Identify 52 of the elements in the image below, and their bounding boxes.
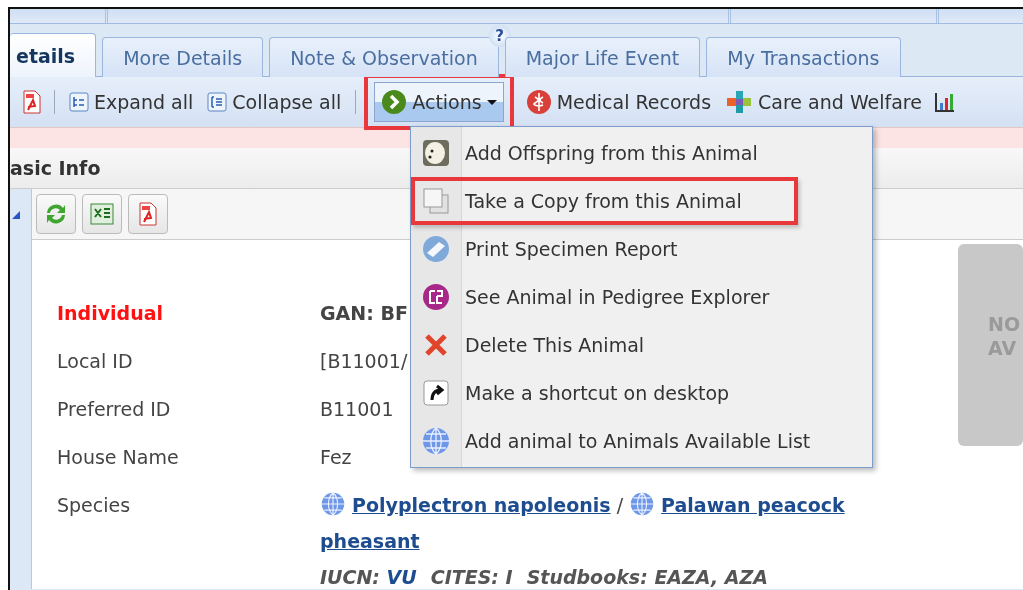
field-label: House Name — [57, 445, 179, 470]
spreadsheet-icon — [89, 201, 115, 227]
caduceus-icon — [525, 89, 552, 115]
menu-item[interactable]: See Animal in Pedigree Explorer — [411, 273, 872, 321]
copy-icon — [421, 186, 451, 216]
pdf-button[interactable] — [128, 194, 168, 234]
tab[interactable]: My Transactions — [706, 37, 901, 77]
toolbar-button[interactable]: Collapse all — [205, 87, 344, 117]
caret-icon — [486, 99, 497, 105]
field-value: Fez — [320, 445, 352, 470]
toolbar-button[interactable]: Care and Welfare — [723, 85, 924, 119]
separator-text: / — [615, 494, 625, 516]
status-text: IUCN: VU — [320, 566, 417, 588]
tab[interactable]: Note & Observation — [269, 37, 499, 77]
pdf-icon — [138, 202, 158, 226]
toolbar-button[interactable]: Expand all — [67, 87, 196, 117]
expand-icon — [69, 92, 89, 112]
species-link[interactable]: pheasant — [320, 523, 420, 559]
refresh-button[interactable] — [36, 194, 76, 234]
excel-button[interactable] — [82, 194, 122, 234]
menu-item[interactable]: Take a Copy from this Animal — [411, 177, 798, 225]
section-title: asic Info — [10, 157, 101, 179]
field-heading: Individual — [57, 301, 164, 326]
status-text: Studbooks: EAZA, AZA — [526, 566, 768, 588]
puzzle-icon — [725, 89, 754, 115]
status-text: CITES: I — [430, 566, 513, 588]
globe-icon[interactable] — [320, 491, 346, 517]
species-link[interactable]: Palawan peacock — [661, 494, 845, 516]
actions-button[interactable]: Actions — [374, 82, 504, 122]
bar-chart-icon[interactable] — [933, 91, 956, 113]
globe-icon[interactable] — [629, 491, 656, 517]
field-label: Species — [57, 493, 131, 518]
shortcut-icon — [421, 378, 451, 408]
menu-item[interactable]: Delete This Animal — [411, 321, 872, 369]
field-label: Preferred ID — [57, 397, 171, 422]
species-link[interactable]: Polyplectron napoleonis — [352, 494, 611, 516]
field-value: GAN: BF — [320, 301, 408, 326]
menu-item[interactable]: Add Offspring from this Animal — [411, 129, 872, 177]
field-label: Local ID — [57, 349, 133, 374]
tab[interactable]: Major Life Event — [504, 37, 701, 77]
pdf-icon[interactable] — [22, 90, 42, 114]
tab[interactable]: More Details — [102, 37, 264, 77]
toolbar-button[interactable]: Medical Records — [523, 85, 714, 119]
tab[interactable]: etails — [10, 33, 97, 77]
chevron-icon — [381, 89, 408, 115]
disc-icon — [421, 234, 451, 264]
field-value: B11001 — [320, 397, 394, 422]
menu-item[interactable]: Print Specimen Report — [411, 225, 872, 273]
menu-item[interactable]: Make a shortcut on desktop — [411, 369, 872, 417]
field-value: [B11001/ — [320, 349, 408, 374]
menu-item[interactable]: Add animal to Animals Available List — [411, 417, 872, 465]
globe-icon — [421, 426, 451, 456]
